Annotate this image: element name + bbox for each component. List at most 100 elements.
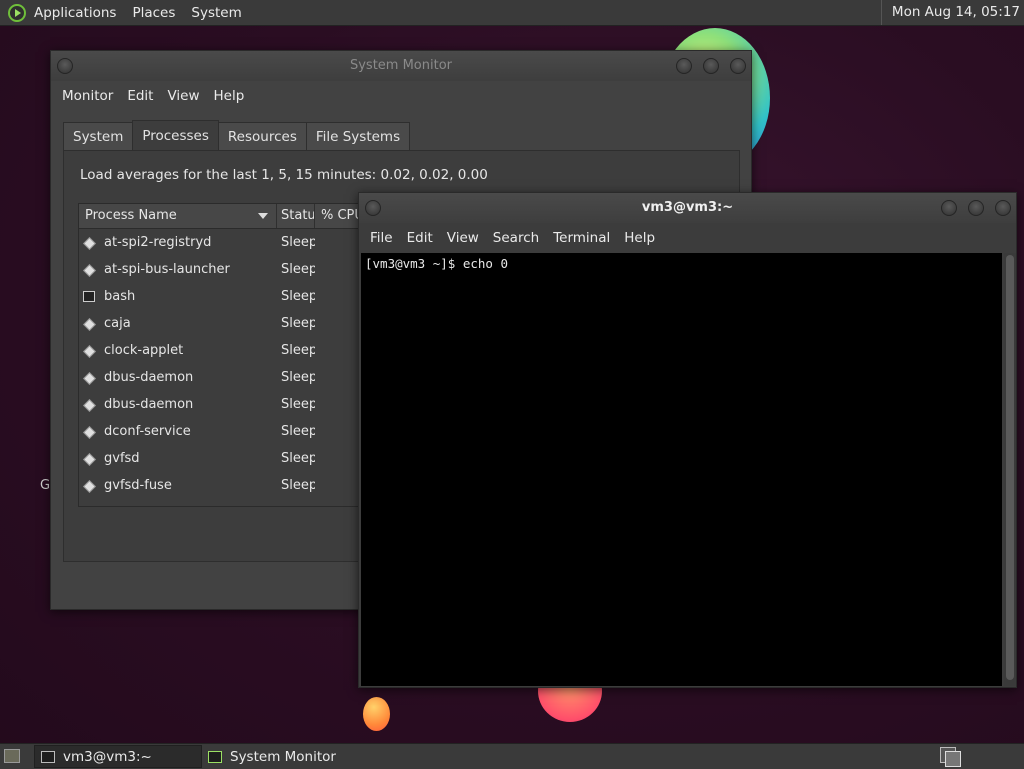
table-row[interactable]: gvfsd-fuse Sleep <box>79 472 379 499</box>
maximize-button[interactable] <box>703 58 719 74</box>
process-icon <box>83 452 96 466</box>
cell-status: Sleep <box>281 289 315 304</box>
tab-processes[interactable]: Processes <box>132 120 219 150</box>
table-row[interactable]: bash Sleep <box>79 283 379 310</box>
process-name: gvfsd-fuse <box>104 478 172 493</box>
process-name: at-spi2-registryd <box>104 235 212 250</box>
minimize-button[interactable] <box>941 200 957 216</box>
menu-monitor[interactable]: Monitor <box>55 88 120 104</box>
cell-status: Sleep <box>281 424 315 439</box>
desktop-icon-label[interactable]: G <box>40 478 50 493</box>
process-icon <box>83 398 96 412</box>
menubar: File Edit View Search Terminal Help <box>359 223 1016 253</box>
menu-edit[interactable]: Edit <box>120 88 160 104</box>
cell-process-name: gvfsd-fuse <box>79 478 277 493</box>
process-name: gvfsd <box>104 451 140 466</box>
terminal-window: vm3@vm3:~ File Edit View Search Terminal… <box>358 192 1017 688</box>
process-name: bash <box>104 289 136 304</box>
menu-view[interactable]: View <box>160 88 206 104</box>
menubar: Monitor Edit View Help <box>51 81 751 111</box>
top-panel: Applications Places System Mon Aug 14, 0… <box>0 0 1024 26</box>
bottom-panel: vm3@vm3:~ System Monitor <box>0 743 1024 769</box>
table-row[interactable]: gvfsd Sleep <box>79 445 379 472</box>
process-icon <box>83 344 96 358</box>
minimize-button[interactable] <box>676 58 692 74</box>
show-desktop-icon[interactable] <box>4 749 20 763</box>
process-rows: at-spi2-registryd Sleep at-spi-bus-launche… <box>79 229 379 499</box>
column-status[interactable]: Statu <box>277 204 315 228</box>
cell-status: Sleep <box>281 478 315 493</box>
menu-view[interactable]: View <box>440 230 486 246</box>
process-name: dbus-daemon <box>104 397 194 412</box>
mate-logo-icon[interactable] <box>8 3 26 22</box>
load-averages: Load averages for the last 1, 5, 15 minu… <box>80 167 488 183</box>
taskbar-item-terminal[interactable]: vm3@vm3:~ <box>34 745 202 768</box>
process-icon <box>83 317 96 331</box>
menu-file[interactable]: File <box>363 230 400 246</box>
cell-status: Sleep <box>281 370 315 385</box>
terminal-icon <box>41 750 55 763</box>
table-row[interactable]: caja Sleep <box>79 310 379 337</box>
process-name: dbus-daemon <box>104 370 194 385</box>
table-row[interactable]: at-spi-bus-launcher Sleep <box>79 256 379 283</box>
workspace-switcher-icon[interactable] <box>940 747 961 767</box>
terminal-titlebar[interactable]: vm3@vm3:~ <box>359 193 1016 223</box>
clock[interactable]: Mon Aug 14, 05:17 <box>880 0 1020 25</box>
cell-process-name: gvfsd <box>79 451 277 466</box>
cell-process-name: at-spi-bus-launcher <box>79 262 277 277</box>
cell-status: Sleep <box>281 316 315 331</box>
terminal-line: [vm3@vm3 ~]$ echo 0 <box>365 256 508 271</box>
process-icon <box>83 236 96 250</box>
table-header: Process Name Statu % CPU <box>79 204 379 229</box>
applications-menu[interactable]: Applications <box>26 5 124 21</box>
cell-status: Sleep <box>281 397 315 412</box>
taskbar-item-system-monitor[interactable]: System Monitor <box>202 745 372 768</box>
places-menu[interactable]: Places <box>124 5 183 21</box>
system-menu[interactable]: System <box>183 5 249 21</box>
tab-file-systems[interactable]: File Systems <box>305 122 411 150</box>
cell-process-name: clock-applet <box>79 343 277 358</box>
close-button[interactable] <box>730 58 746 74</box>
cell-process-name: at-spi2-registryd <box>79 235 277 250</box>
close-button[interactable] <box>995 200 1011 216</box>
menu-search[interactable]: Search <box>486 230 546 246</box>
table-row[interactable]: clock-applet Sleep <box>79 337 379 364</box>
process-icon <box>83 371 96 385</box>
tab-bar: System Processes Resources File Systems <box>63 120 411 150</box>
column-label: Process Name <box>85 208 177 223</box>
process-name: clock-applet <box>104 343 184 358</box>
sort-descending-icon <box>258 213 268 219</box>
taskbar-item-label: System Monitor <box>230 748 336 765</box>
menu-help[interactable]: Help <box>207 88 252 104</box>
column-process-name[interactable]: Process Name <box>79 204 277 228</box>
process-icon <box>83 425 96 439</box>
tab-system[interactable]: System <box>63 122 134 150</box>
terminal-output[interactable]: [vm3@vm3 ~]$ echo 0 <box>361 253 1002 686</box>
cell-process-name: dbus-daemon <box>79 370 277 385</box>
scrollbar-thumb[interactable] <box>1006 255 1014 680</box>
table-row[interactable]: dbus-daemon Sleep <box>79 391 379 418</box>
tab-resources[interactable]: Resources <box>217 122 307 150</box>
menu-terminal[interactable]: Terminal <box>546 230 617 246</box>
system-monitor-icon <box>208 750 222 763</box>
cell-status: Sleep <box>281 451 315 466</box>
system-monitor-titlebar[interactable]: System Monitor <box>51 51 751 81</box>
process-name: at-spi-bus-launcher <box>104 262 230 277</box>
cell-process-name: caja <box>79 316 277 331</box>
terminal-scrollbar[interactable] <box>1004 253 1016 686</box>
table-row[interactable]: dbus-daemon Sleep <box>79 364 379 391</box>
window-title: vm3@vm3:~ <box>641 200 734 215</box>
menu-help[interactable]: Help <box>617 230 662 246</box>
maximize-button[interactable] <box>968 200 984 216</box>
process-name: caja <box>104 316 131 331</box>
table-row[interactable]: dconf-service Sleep <box>79 418 379 445</box>
process-table: Process Name Statu % CPU at-spi2-registr… <box>78 203 380 507</box>
process-icon <box>83 263 96 277</box>
cell-status: Sleep <box>281 235 315 250</box>
wallpaper-blob <box>363 697 390 731</box>
menu-edit[interactable]: Edit <box>400 230 440 246</box>
cell-process-name: dbus-daemon <box>79 397 277 412</box>
terminal-icon <box>83 290 95 303</box>
process-name: dconf-service <box>104 424 191 439</box>
table-row[interactable]: at-spi2-registryd Sleep <box>79 229 379 256</box>
